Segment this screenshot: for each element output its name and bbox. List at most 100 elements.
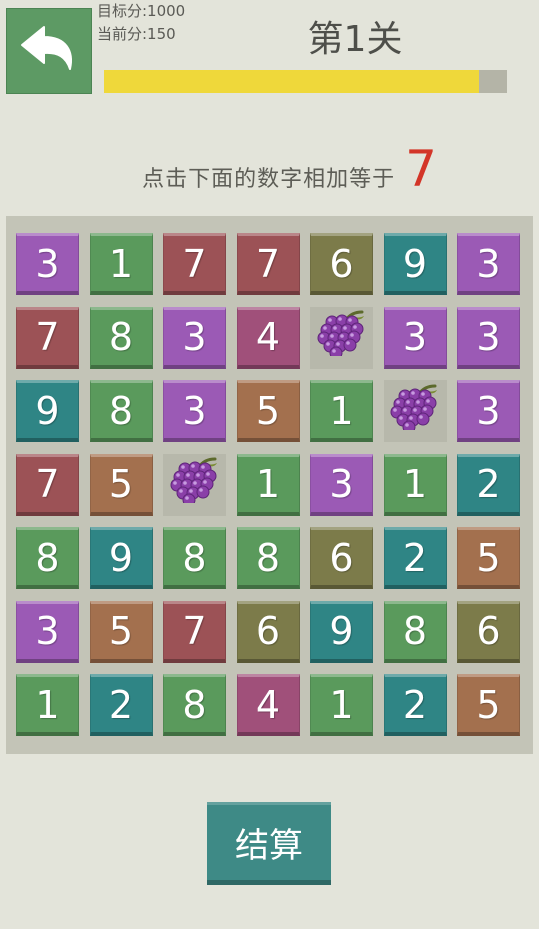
number-tile[interactable]: 2 [89, 674, 153, 736]
number-tile[interactable]: 1 [16, 674, 79, 736]
number-tile[interactable]: 2 [383, 527, 447, 589]
tile-number: 1 [329, 388, 354, 433]
number-tile[interactable]: 8 [383, 600, 447, 663]
tile-number: 1 [329, 682, 354, 727]
tile-number: 1 [108, 241, 134, 286]
number-tile[interactable]: 1 [310, 674, 373, 736]
number-tile[interactable]: 2 [457, 453, 520, 516]
number-tile[interactable]: 8 [89, 306, 153, 369]
number-tile[interactable]: 5 [457, 674, 520, 736]
tile-number: 5 [476, 535, 501, 580]
tile-number: 3 [402, 315, 428, 359]
current-score-label: 当前分:150 [97, 25, 176, 43]
number-tile[interactable]: 9 [16, 380, 79, 442]
number-tile[interactable]: 3 [16, 233, 79, 295]
number-tile[interactable]: 3 [16, 600, 79, 663]
tile-number: 2 [476, 462, 501, 506]
tile-number: 6 [329, 535, 354, 580]
tile-number: 1 [35, 682, 60, 727]
tile-number: 4 [255, 682, 281, 727]
target-score-label: 目标分:1000 [97, 2, 186, 20]
tile-number: 2 [402, 682, 428, 727]
number-tile[interactable]: 6 [236, 600, 300, 663]
number-tile[interactable]: 5 [457, 527, 520, 589]
number-tile[interactable]: 3 [310, 453, 373, 516]
number-tile[interactable]: 5 [89, 600, 153, 663]
tile-number: 8 [182, 682, 207, 727]
tile-number: 3 [182, 388, 207, 433]
number-tile[interactable]: 4 [236, 306, 300, 369]
tile-number: 5 [108, 609, 134, 653]
number-tile[interactable]: 8 [89, 380, 153, 442]
instruction-text: 点击下面的数字相加等于 [142, 167, 396, 192]
number-tile[interactable]: 6 [310, 233, 373, 295]
number-tile[interactable]: 6 [457, 600, 520, 663]
number-tile[interactable]: 1 [383, 453, 447, 516]
number-tile[interactable]: 7 [163, 233, 226, 295]
number-tile[interactable]: 8 [163, 674, 226, 736]
tile-number: 7 [182, 241, 207, 286]
tile-number: 9 [402, 241, 428, 286]
tile-number: 8 [402, 609, 428, 653]
number-tile[interactable]: 7 [163, 600, 226, 663]
number-tile[interactable]: 1 [310, 380, 373, 442]
tile-number: 8 [108, 315, 134, 359]
number-tile[interactable]: 1 [89, 233, 153, 295]
number-tile[interactable]: 9 [89, 527, 153, 589]
back-button[interactable] [6, 8, 92, 94]
number-tile[interactable]: 4 [236, 674, 300, 736]
number-tile[interactable]: 3 [163, 306, 226, 369]
tile-number: 5 [108, 462, 134, 506]
number-tile[interactable]: 8 [236, 527, 300, 589]
tile-number: 5 [476, 682, 501, 727]
tile-number: 9 [108, 535, 134, 580]
game-board: 3 1 7 7 6 9 3 7 8 3 4 3 3 9 8 3 5 1 3 7 5 1 3 1 2 8 9 8 8 6 2 5 3 5 7 6 9 8 6 1… [6, 216, 533, 754]
tile-number: 6 [255, 609, 281, 653]
number-tile[interactable]: 3 [457, 380, 520, 442]
tile-number: 7 [182, 609, 207, 653]
number-tile[interactable]: 7 [16, 453, 79, 516]
grape-icon [169, 457, 221, 512]
number-tile[interactable]: 6 [310, 527, 373, 589]
tile-number: 4 [255, 315, 281, 359]
number-tile[interactable]: 5 [236, 380, 300, 442]
tile-number: 3 [476, 241, 501, 286]
number-tile[interactable]: 5 [89, 453, 153, 516]
tile-number: 8 [35, 535, 60, 580]
instruction: 点击下面的数字相加等于 7 [0, 140, 539, 200]
tile-number: 9 [329, 609, 354, 653]
tile-number: 2 [108, 682, 134, 727]
number-tile[interactable]: 3 [383, 306, 447, 369]
number-tile[interactable]: 9 [310, 600, 373, 663]
number-tile[interactable]: 2 [383, 674, 447, 736]
tile-number: 3 [476, 388, 501, 433]
tile-number: 6 [476, 609, 501, 653]
tile-number: 1 [255, 462, 281, 506]
number-tile[interactable]: 8 [163, 527, 226, 589]
tile-number: 7 [35, 315, 60, 359]
grape-tile[interactable] [383, 380, 447, 442]
tile-number: 2 [402, 535, 428, 580]
number-tile[interactable]: 7 [236, 233, 300, 295]
tile-number: 3 [329, 462, 354, 506]
number-tile[interactable]: 9 [383, 233, 447, 295]
number-tile[interactable]: 1 [236, 453, 300, 516]
target-number: 7 [405, 140, 437, 198]
tile-number: 6 [329, 241, 354, 286]
number-tile[interactable]: 3 [457, 306, 520, 369]
progress-bar [104, 70, 507, 93]
grape-tile[interactable] [163, 453, 226, 516]
grape-icon [389, 384, 441, 439]
tile-number: 3 [35, 241, 60, 286]
number-tile[interactable]: 7 [16, 306, 79, 369]
grape-tile[interactable] [310, 306, 373, 369]
settle-button[interactable]: 结算 [207, 802, 331, 885]
progress-fill [104, 70, 479, 93]
number-tile[interactable]: 3 [457, 233, 520, 295]
tile-number: 3 [476, 315, 501, 359]
number-tile[interactable]: 3 [163, 380, 226, 442]
tile-number: 8 [182, 535, 207, 580]
tile-number: 1 [402, 462, 428, 506]
number-tile[interactable]: 8 [16, 527, 79, 589]
tile-number: 9 [35, 388, 60, 433]
